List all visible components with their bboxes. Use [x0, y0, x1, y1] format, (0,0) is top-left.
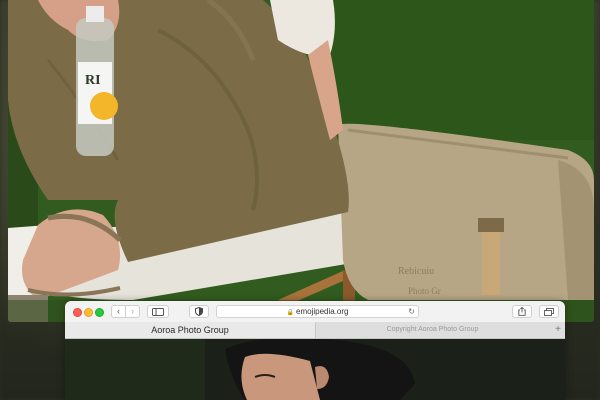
orange-slice	[90, 92, 118, 120]
tab-aoroa-photo-group[interactable]: Aoroa Photo Group	[65, 322, 316, 338]
grass-distant	[308, 0, 594, 140]
privacy-report-button[interactable]	[189, 305, 209, 318]
face	[241, 353, 320, 400]
tab-copyright[interactable]: Copyright Aoroa Photo Group	[316, 322, 549, 338]
bag-print-line-1: Rebicuiu	[398, 266, 434, 277]
screenshot-stage: Rebicuiu Photo Gr RI ‹ › 🔒 emojipedia.or…	[0, 0, 600, 400]
portrait-photo	[65, 339, 565, 400]
duffel-bag	[338, 123, 594, 300]
tab-bar: Aoroa Photo Group Copyright Aoroa Photo …	[65, 322, 565, 339]
back-button[interactable]: ‹	[111, 305, 126, 318]
address-url: emojipedia.org	[296, 307, 349, 316]
share-button[interactable]	[512, 305, 532, 318]
chevron-right-icon: ›	[131, 306, 134, 316]
browser-window: ‹ › 🔒 emojipedia.org ↻ Aoroa Photo Group…	[65, 301, 565, 400]
bottle-cap	[86, 6, 104, 22]
shield-icon	[195, 306, 203, 317]
minimize-window-button[interactable]	[84, 308, 93, 317]
bottle-label-text: RI	[85, 73, 101, 88]
sidebar-toggle-button[interactable]	[147, 305, 169, 318]
main-photo: Rebicuiu Photo Gr RI	[8, 0, 594, 322]
bag-print-line-2: Photo Gr	[408, 286, 441, 296]
address-bar[interactable]: 🔒 emojipedia.org ↻	[216, 305, 419, 318]
show-tabs-button[interactable]	[539, 305, 559, 318]
forward-button[interactable]: ›	[125, 305, 140, 318]
photo-illustration: Rebicuiu Photo Gr RI	[8, 0, 594, 322]
page-content	[65, 339, 565, 400]
share-icon	[518, 306, 526, 316]
chevron-left-icon: ‹	[117, 306, 120, 316]
maximize-window-button[interactable]	[95, 308, 104, 317]
bag-buckle	[478, 218, 504, 232]
close-window-button[interactable]	[73, 308, 82, 317]
tabs-overview-icon	[544, 308, 554, 316]
lock-icon: 🔒	[286, 310, 294, 316]
sidebar-icon	[152, 308, 164, 316]
browser-toolbar: ‹ › 🔒 emojipedia.org ↻	[65, 301, 565, 323]
reload-icon[interactable]: ↻	[408, 306, 415, 317]
new-tab-icon[interactable]: +	[555, 322, 561, 338]
